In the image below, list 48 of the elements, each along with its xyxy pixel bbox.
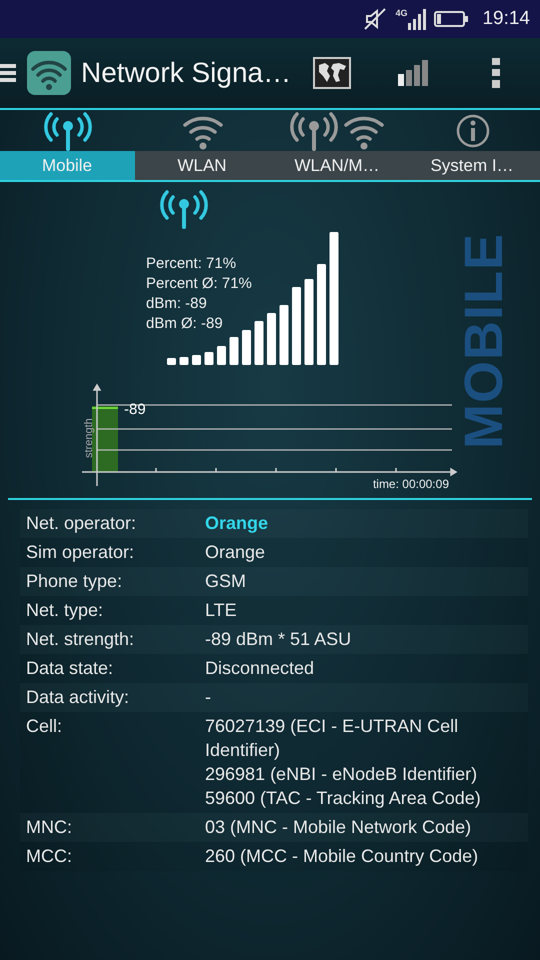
- antenna-icon: [290, 111, 338, 151]
- app-icon: [27, 51, 71, 95]
- info-label: Phone type:: [26, 570, 124, 593]
- info-label: Net. strength:: [26, 628, 136, 651]
- app-title: Network Signa…: [81, 57, 286, 89]
- network-type: 4G: [395, 8, 408, 18]
- menu-icon[interactable]: [0, 62, 16, 84]
- info-label: Net. operator:: [26, 512, 138, 535]
- tab[interactable]: WLAN: [135, 111, 270, 180]
- signal-icon: [408, 8, 426, 30]
- info-value: 296981 (eNBI - eNodeB Identifier): [205, 763, 478, 786]
- overflow-menu-icon[interactable]: [492, 58, 500, 88]
- map-icon[interactable]: [313, 57, 351, 89]
- current-value: -89: [124, 401, 146, 418]
- info-label: MNC:: [26, 816, 73, 839]
- signal-strength-icon[interactable]: [398, 60, 428, 86]
- info-value: -89 dBm * 51 ASU: [205, 628, 352, 651]
- info-label: Data activity:: [26, 686, 130, 709]
- info-label: Data state:: [26, 657, 114, 680]
- axis-label: strength: [83, 418, 95, 458]
- info-value: 76027139 (ECI - E-UTRAN Cell Identifier): [205, 715, 460, 762]
- info-value: LTE: [205, 599, 238, 622]
- info-icon: [454, 113, 490, 149]
- info-label: Net. type:: [26, 599, 104, 622]
- tab[interactable]: System I…: [405, 111, 540, 180]
- antenna-icon: [44, 111, 92, 151]
- elapsed-time: time: 00:00:09: [372, 477, 449, 491]
- tab[interactable]: WLAN/M…: [270, 111, 405, 180]
- info-label: MCC:: [26, 845, 73, 868]
- info-label: Cell:: [26, 715, 64, 738]
- info-value: Orange: [205, 541, 266, 564]
- battery-icon: [434, 10, 468, 28]
- info-value: GSM: [205, 570, 248, 593]
- watermark-text: MOBILE: [453, 233, 515, 449]
- info-value: 260 (MCC - Mobile Country Code): [205, 845, 480, 868]
- clock: 19:14: [482, 8, 530, 30]
- info-label: Sim operator:: [26, 541, 136, 564]
- info-value: 59600 (TAC - Tracking Area Code): [205, 787, 482, 810]
- signal-stat: Percent Ø: 71%: [146, 274, 252, 294]
- info-value: 03 (MNC - Mobile Network Code): [205, 816, 472, 839]
- info-value: Orange: [205, 512, 270, 535]
- signal-stat: dBm Ø: -89: [146, 314, 223, 334]
- history-line: [92, 407, 118, 409]
- info-value: -: [205, 686, 212, 709]
- signal-stat: dBm: -89: [146, 294, 207, 314]
- info-value: Disconnected: [205, 657, 316, 680]
- mute-icon: [363, 7, 388, 31]
- signal-stat: Percent: 71%: [146, 254, 236, 274]
